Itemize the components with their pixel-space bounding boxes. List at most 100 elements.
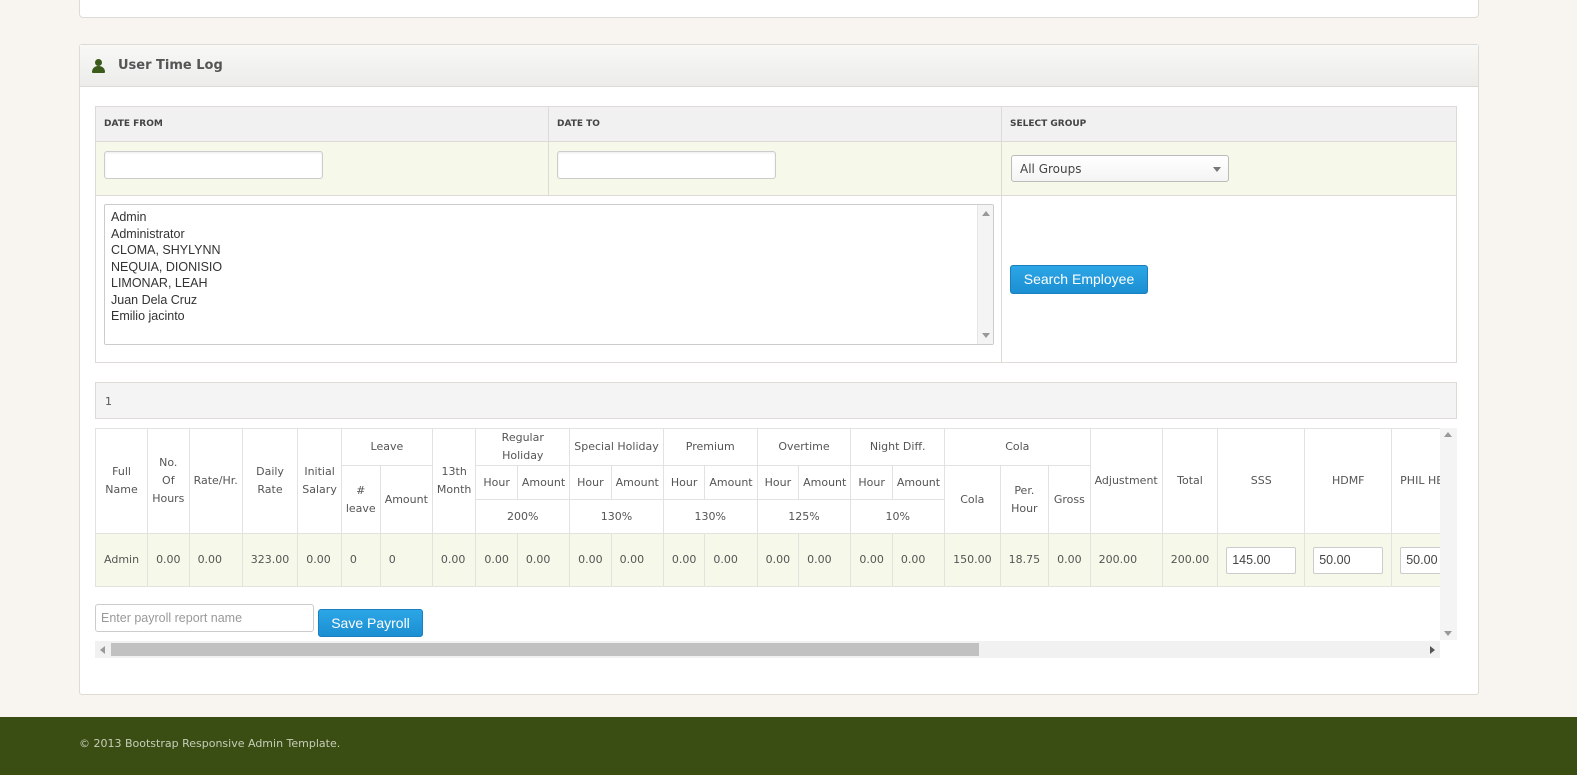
scroll-up-icon[interactable] xyxy=(1444,432,1452,437)
user-time-log-widget: User Time Log DATE FROM DATE TO SELECT G… xyxy=(79,44,1479,695)
col-per-hour: Per. Hour xyxy=(999,465,1050,534)
cell-leave-num: 0 xyxy=(340,533,381,587)
hdmf-input[interactable] xyxy=(1313,546,1384,574)
date-to-input[interactable] xyxy=(557,151,776,179)
cell-prem-hour: 0.00 xyxy=(662,533,706,587)
col-hdmf: HDMF xyxy=(1304,428,1393,534)
cell-prem-amount: 0.00 xyxy=(704,533,758,587)
col-reg-hour: Hour xyxy=(475,465,518,500)
col-phil-health: PHIL HEALTH xyxy=(1391,428,1440,534)
cell-ot-amount: 0.00 xyxy=(798,533,852,587)
col-night-diff: Night Diff. xyxy=(850,428,946,466)
col-prem-hour: Hour xyxy=(662,465,706,500)
date-from-input[interactable] xyxy=(104,151,323,179)
listbox-scrollbar[interactable] xyxy=(977,205,993,344)
employee-option[interactable]: CLOMA, SHYLYNN xyxy=(105,242,993,259)
top-panel xyxy=(79,0,1479,18)
cell-total: 200.00 xyxy=(1161,533,1219,587)
scroll-down-icon[interactable] xyxy=(982,333,990,338)
col-prem-amount: Amount xyxy=(704,465,758,500)
scrollbar-thumb[interactable] xyxy=(111,643,979,656)
col-leave-num: # leave xyxy=(340,465,381,534)
col-ot-hour: Hour xyxy=(756,465,800,500)
search-employee-button[interactable]: Search Employee xyxy=(1010,265,1148,294)
col-sss: SSS xyxy=(1217,428,1306,534)
widget-title: User Time Log xyxy=(118,58,223,73)
group-select-value: All Groups xyxy=(1020,162,1082,176)
pct-night-diff: 10% xyxy=(850,499,946,534)
col-ot-amount: Amount xyxy=(798,465,852,500)
employee-option[interactable]: NEQUIA, DIONISIO xyxy=(105,259,993,276)
cell-reg-amount: 0.00 xyxy=(516,533,571,587)
col-nd-amount: Amount xyxy=(891,465,946,500)
cell-13th-month: 0.00 xyxy=(431,533,477,587)
col-spec-hour: Hour xyxy=(569,465,612,500)
col-initial-salary: Initial Salary xyxy=(297,428,342,534)
cell-nd-hour: 0.00 xyxy=(850,533,893,587)
cell-rate: 0.00 xyxy=(188,533,243,587)
cell-reg-hour: 0.00 xyxy=(475,533,518,587)
col-leave: Leave xyxy=(340,428,433,466)
cell-adjustment: 200.00 xyxy=(1089,533,1163,587)
col-regular-holiday: Regular Holiday xyxy=(475,428,571,466)
cell-nd-amount: 0.00 xyxy=(891,533,946,587)
cell-leave-amount: 0 xyxy=(379,533,433,587)
chevron-down-icon xyxy=(1213,167,1221,172)
employee-option[interactable]: Admin xyxy=(105,209,993,226)
pct-premium: 130% xyxy=(662,499,758,534)
select-group-label: SELECT GROUP xyxy=(1002,107,1456,142)
scroll-left-icon[interactable] xyxy=(100,646,105,654)
col-overtime: Overtime xyxy=(756,428,852,466)
cell-full-name: Admin xyxy=(95,533,149,587)
table-row: Admin 0.00 0.00 323.00 0.00 0 0 0.00 0.0… xyxy=(95,533,1440,587)
date-from-label: DATE FROM xyxy=(96,107,549,142)
col-full-name: Full Name xyxy=(95,428,149,534)
cell-daily-rate: 323.00 xyxy=(241,533,299,587)
col-daily-rate: Daily Rate xyxy=(241,428,299,534)
employee-option[interactable]: LIMONAR, LEAH xyxy=(105,275,993,292)
col-cola-sub: Cola xyxy=(944,465,1001,534)
cell-cola: 150.00 xyxy=(944,533,1001,587)
scroll-up-icon[interactable] xyxy=(982,211,990,216)
cell-hours: 0.00 xyxy=(147,533,190,587)
cell-spec-amount: 0.00 xyxy=(610,533,664,587)
pct-special-holiday: 130% xyxy=(569,499,664,534)
phil-health-input[interactable] xyxy=(1400,546,1440,574)
sss-input[interactable] xyxy=(1226,546,1297,574)
scroll-right-icon[interactable] xyxy=(1430,646,1435,654)
cell-per-hour: 18.75 xyxy=(999,533,1050,587)
user-icon xyxy=(92,58,106,73)
pct-regular-holiday: 200% xyxy=(475,499,571,534)
scroll-down-icon[interactable] xyxy=(1444,631,1452,636)
footer-copyright: © 2013 Bootstrap Responsive Admin Templa… xyxy=(79,737,341,750)
pct-overtime: 125% xyxy=(756,499,852,534)
filter-panel: DATE FROM DATE TO SELECT GROUP All Group… xyxy=(95,106,1457,363)
cell-initial-salary: 0.00 xyxy=(297,533,342,587)
cell-gross: 0.00 xyxy=(1048,533,1091,587)
employee-option[interactable]: Juan Dela Cruz xyxy=(105,292,993,309)
cell-spec-hour: 0.00 xyxy=(569,533,612,587)
col-spec-amount: Amount xyxy=(610,465,664,500)
employee-listbox[interactable]: Admin Administrator CLOMA, SHYLYNN NEQUI… xyxy=(104,204,994,345)
col-gross: Gross xyxy=(1048,465,1091,534)
col-adjustment: Adjustment xyxy=(1089,428,1163,534)
col-premium: Premium xyxy=(662,428,758,466)
col-total: Total xyxy=(1161,428,1219,534)
table-vertical-scrollbar[interactable] xyxy=(1440,428,1457,640)
cell-ot-hour: 0.00 xyxy=(756,533,800,587)
footer: © 2013 Bootstrap Responsive Admin Templa… xyxy=(0,717,1577,775)
col-special-holiday: Special Holiday xyxy=(569,428,664,466)
result-count: 1 xyxy=(95,382,1457,419)
employee-option[interactable]: Administrator xyxy=(105,226,993,243)
col-nd-hour: Hour xyxy=(850,465,893,500)
date-to-label: DATE TO xyxy=(549,107,1002,142)
employee-option[interactable]: Emilio jacinto xyxy=(105,308,993,325)
col-rate: Rate/Hr. xyxy=(188,428,243,534)
col-reg-amount: Amount xyxy=(516,465,571,500)
col-hours: No. Of Hours xyxy=(147,428,190,534)
col-13th-month: 13th Month xyxy=(431,428,477,534)
payroll-report-name-input[interactable]: Enter payroll report name xyxy=(95,604,314,632)
save-payroll-button[interactable]: Save Payroll xyxy=(318,609,423,637)
table-horizontal-scrollbar[interactable] xyxy=(95,641,1440,658)
group-select[interactable]: All Groups xyxy=(1011,155,1229,182)
